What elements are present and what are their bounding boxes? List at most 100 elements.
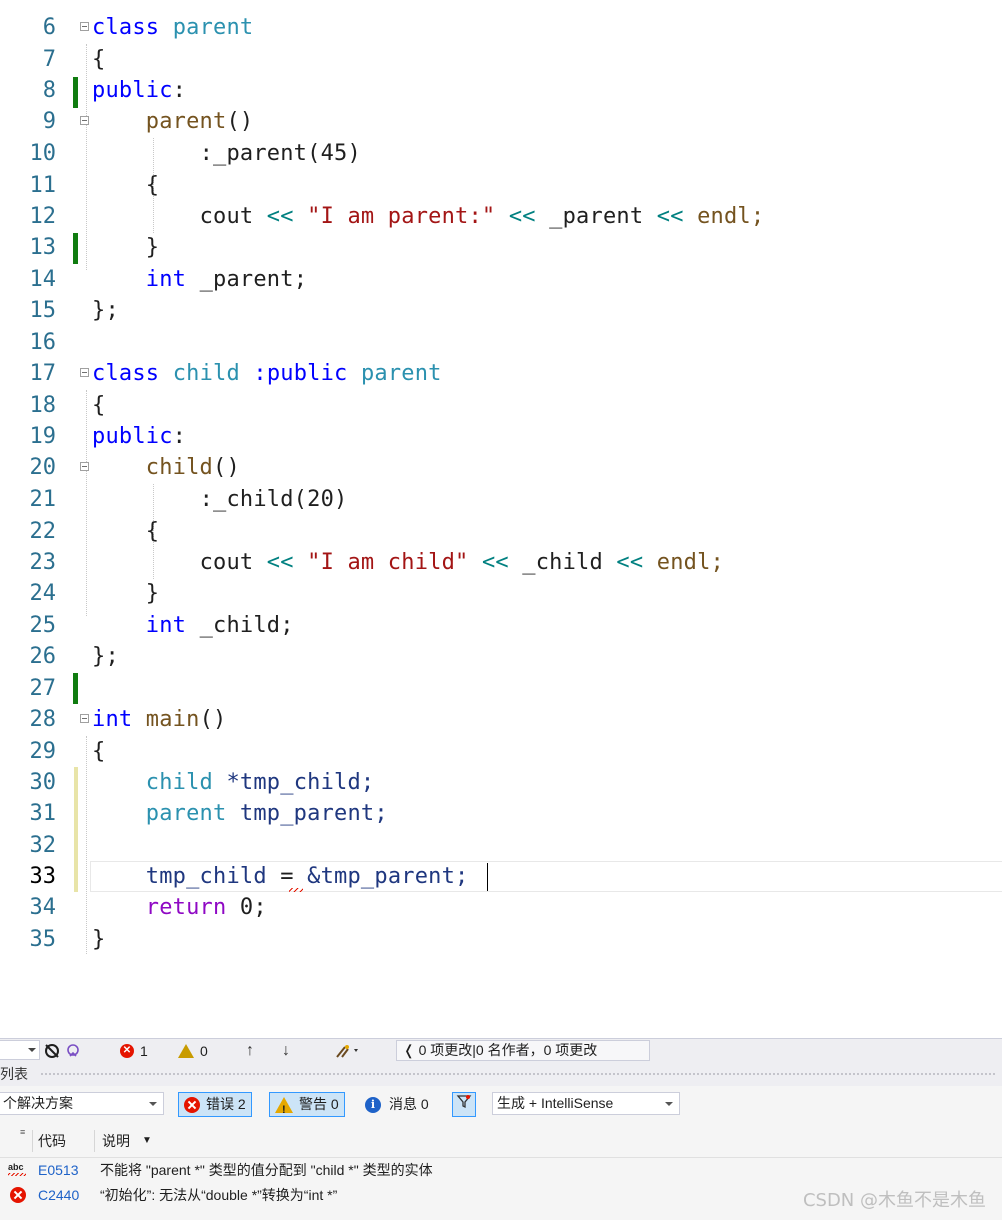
warnings-filter-button[interactable]: 警告 0 (269, 1092, 345, 1122)
previous-issue-button[interactable]: ↑ (246, 1042, 254, 1060)
line-number: 29 (29, 739, 57, 764)
code-line[interactable]: 21 :_child(20) (0, 484, 1002, 515)
error-code[interactable]: C2440 (38, 1183, 79, 1208)
line-number: 16 (29, 330, 57, 355)
code-line[interactable]: 8 public: (0, 75, 1002, 106)
code-text: { (145, 173, 160, 198)
column-separator[interactable] (32, 1130, 33, 1152)
error-count[interactable]: ✕ 1 (120, 1042, 148, 1060)
code-line[interactable]: 12 cout << "I am parent:" << _parent << … (0, 201, 1002, 232)
line-number: 9 (42, 109, 56, 134)
code-line[interactable]: 30 child *tmp_child; (0, 767, 1002, 798)
intellicode-icon[interactable] (64, 1042, 82, 1060)
info-icon: i (365, 1096, 381, 1113)
line-number: 7 (42, 47, 56, 72)
line-number: 27 (29, 676, 57, 701)
code-line[interactable]: 9 parent() (0, 106, 1002, 137)
next-issue-button[interactable]: ↓ (282, 1042, 290, 1060)
git-changes-indicator[interactable]: ❬ 0 项更改|0 名作者，0 项更改 (396, 1040, 650, 1061)
code-line[interactable]: 16 (0, 327, 1002, 358)
zoom-dropdown[interactable] (0, 1040, 40, 1060)
build-source-dropdown[interactable]: 生成 + IntelliSense (492, 1092, 680, 1115)
scope-dropdown[interactable]: 个解决方案 (0, 1092, 164, 1115)
error-list-toolbar: 个解决方案 错误 2 警告 0 i 消息 0 生成 + IntelliSense (0, 1086, 1002, 1122)
collapse-icon[interactable] (80, 368, 89, 377)
code-text: { (92, 739, 106, 764)
code-line[interactable]: 26 }; (0, 641, 1002, 672)
code-line[interactable]: 25 int _child; (0, 610, 1002, 641)
line-number: 21 (29, 487, 57, 512)
line-number: 25 (29, 613, 57, 638)
code-text: }; (92, 298, 119, 323)
code-line[interactable]: 27 (0, 673, 1002, 704)
chevron-left-icon: ❬ (403, 1042, 415, 1058)
line-number: 5 (0, 0, 56, 7)
line-number: 33 (29, 864, 57, 889)
error-description: “初始化”: 无法从“double *”转换为“int *” (100, 1187, 338, 1203)
warning-icon (178, 1044, 194, 1058)
code-text: child() (145, 455, 240, 480)
code-text: class child :public parent (92, 361, 442, 386)
error-icon (10, 1187, 26, 1203)
code-line[interactable]: 20 child() (0, 452, 1002, 483)
collapse-icon[interactable] (80, 116, 89, 125)
code-text: } (145, 581, 160, 606)
code-line[interactable]: 6 class parent (0, 12, 1002, 43)
filter-icon (456, 1095, 472, 1109)
column-code[interactable]: 代码 (38, 1132, 66, 1150)
code-line[interactable]: 15 }; (0, 295, 1002, 326)
column-description[interactable]: 说明 (102, 1132, 130, 1150)
collapse-icon[interactable] (80, 462, 89, 471)
code-line[interactable]: 23 cout << "I am child" << _child << end… (0, 547, 1002, 578)
code-line[interactable]: 22 { (0, 516, 1002, 547)
code-line[interactable]: 7 { (0, 44, 1002, 75)
column-chooser-icon[interactable]: ≡ (20, 1127, 25, 1137)
code-line[interactable]: 13 } (0, 232, 1002, 263)
filter-toggle-button[interactable] (452, 1092, 476, 1117)
code-line-current[interactable]: 33 tmp_child = &tmp_parent; (0, 861, 1002, 892)
warning-count[interactable]: 0 (178, 1042, 208, 1060)
error-row[interactable]: abc E0513 不能将 "parent *" 类型的值分配到 "child … (0, 1158, 1002, 1183)
editor-status-strip: ✕ 1 0 ↑ ↓ ❬ 0 项更改|0 名作者，0 项更改 (0, 1038, 1002, 1062)
error-icon: ✕ (120, 1044, 134, 1058)
code-text: { (92, 393, 106, 418)
no-issues-icon[interactable] (44, 1042, 62, 1060)
code-line[interactable]: 29 { (0, 736, 1002, 767)
code-text: tmp_child = &tmp_parent; (145, 864, 469, 889)
errors-filter-button[interactable]: 错误 2 (178, 1092, 252, 1117)
code-line[interactable]: 18 { (0, 390, 1002, 421)
code-text: parent() (145, 109, 254, 134)
line-number: 31 (29, 801, 57, 826)
sort-down-icon[interactable]: ▼ (142, 1132, 152, 1150)
code-text: public: (92, 424, 187, 449)
code-line[interactable]: 32 (0, 830, 1002, 861)
collapse-icon[interactable] (80, 714, 89, 723)
code-cleanup-button[interactable] (334, 1042, 362, 1060)
code-line[interactable]: 35 } (0, 924, 1002, 955)
messages-filter-button[interactable]: i 消息 0 (360, 1092, 434, 1117)
line-number: 32 (29, 833, 57, 858)
code-text: public: (92, 78, 187, 103)
line-number: 17 (29, 361, 57, 386)
code-editor[interactable]: 5 6 class parent 7 { 8 public: 9 parent(… (0, 0, 1002, 1038)
panel-title: 列表 (0, 1066, 28, 1082)
code-line[interactable]: 24 } (0, 578, 1002, 609)
code-text: { (92, 47, 106, 72)
error-code[interactable]: E0513 (38, 1158, 78, 1183)
code-line[interactable]: 14 int _parent; (0, 264, 1002, 295)
panel-title-bar[interactable]: 列表 (0, 1062, 1002, 1086)
code-line[interactable]: 11 { (0, 170, 1002, 201)
code-line[interactable]: 31 parent tmp_parent; (0, 798, 1002, 829)
column-separator[interactable] (94, 1130, 95, 1152)
collapse-icon[interactable] (80, 22, 89, 31)
line-number: 19 (29, 424, 57, 449)
line-number: 34 (29, 895, 57, 920)
code-line[interactable]: 28 int main() (0, 704, 1002, 735)
line-number: 6 (42, 15, 56, 40)
code-line[interactable]: 10 :_parent(45) (0, 138, 1002, 169)
line-number: 23 (29, 550, 57, 575)
code-line[interactable]: 34 return 0; (0, 892, 1002, 923)
drag-grip[interactable] (40, 1072, 996, 1077)
code-line[interactable]: 17 class child :public parent (0, 358, 1002, 389)
code-line[interactable]: 19 public: (0, 421, 1002, 452)
